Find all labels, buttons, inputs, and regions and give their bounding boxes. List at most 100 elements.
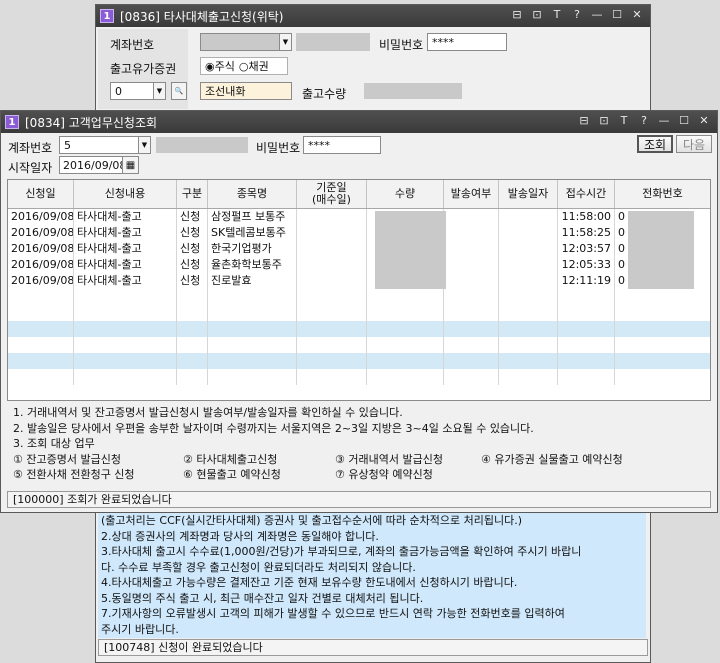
table-row[interactable]: 2016/09/08 타사대체-출고 신청 삼정펄프 보통주 11:58:00 0	[8, 209, 710, 225]
service-item: ① 잔고증명서 발급신청	[13, 452, 121, 466]
minimize-icon[interactable]: —	[590, 8, 604, 21]
radio-stock[interactable]: ◉	[205, 60, 215, 73]
dock-icon[interactable]: ⊟	[510, 8, 524, 21]
search-icon[interactable]: 🔍	[171, 82, 187, 100]
float-icon[interactable]: ⊡	[530, 8, 544, 21]
table-cell	[208, 321, 297, 337]
back-password-input[interactable]: ****	[427, 33, 507, 51]
table-cell: 2016/09/08	[8, 209, 74, 225]
table-row[interactable]	[8, 353, 710, 369]
table-cell	[444, 321, 499, 337]
account-select[interactable]: 5	[59, 136, 139, 154]
table-row[interactable]: 2016/09/08 타사대체-출고 신청 한국기업평가 12:03:57 0	[8, 241, 710, 257]
column-header[interactable]: 접수시간	[558, 180, 615, 208]
radio-bond-label: 채권	[248, 60, 269, 73]
close-icon[interactable]: ✕	[697, 114, 711, 127]
query-button[interactable]: 조회	[637, 135, 673, 153]
table-cell	[297, 225, 367, 241]
back-window-title: [0836] 타사대체출고신청(위탁)	[120, 9, 284, 24]
column-header[interactable]: 발송여부	[444, 180, 499, 208]
start-date-label: 시작일자	[8, 161, 53, 175]
column-header[interactable]: 수량	[367, 180, 444, 208]
table-row[interactable]: 2016/09/08 타사대체-출고 신청 SK텔레콤보통주 11:58:25 0	[8, 225, 710, 241]
table-cell	[8, 305, 74, 321]
note-line: 1. 거래내역서 및 잔고증명서 발급신청시 발송여부/발송일자를 확인하실 수…	[13, 406, 403, 419]
services-row-1: ① 잔고증명서 발급신청 ② 타사대체출고신청 ③ 거래내역서 발급신청 ④ 유…	[13, 452, 709, 468]
help-icon[interactable]: ?	[637, 114, 651, 127]
table-cell	[8, 289, 74, 305]
table-row[interactable]	[8, 289, 710, 305]
table-row[interactable]: 2016/09/08 타사대체-출고 신청 진로발효 12:11:19 0	[8, 273, 710, 289]
table-cell	[558, 353, 615, 369]
table-cell	[499, 241, 558, 257]
table-cell	[297, 209, 367, 225]
float-icon[interactable]: ⊡	[597, 114, 611, 127]
table-row[interactable]: 2016/09/08 타사대체-출고 신청 율촌화학보통주 12:05:33 0	[8, 257, 710, 273]
table-cell	[558, 321, 615, 337]
minimize-icon[interactable]: —	[657, 114, 671, 127]
table-cell	[208, 289, 297, 305]
dock-icon[interactable]: ⊟	[577, 114, 591, 127]
table-cell: 신청	[177, 273, 208, 289]
chevron-down-icon[interactable]: ▼	[138, 136, 151, 154]
note-line: 3. 조회 대상 업무	[13, 437, 95, 450]
back-window-titlebar[interactable]: 1 [0836] 타사대체출고신청(위탁) ⊟ ⊡ T ? — ☐ ✕	[96, 5, 650, 27]
table-cell	[499, 257, 558, 273]
table-cell	[367, 369, 444, 385]
table-cell	[615, 305, 710, 321]
table-cell: 12:03:57	[558, 241, 615, 257]
table-cell	[74, 305, 177, 321]
table-cell	[367, 353, 444, 369]
table-cell	[297, 289, 367, 305]
table-cell	[615, 321, 710, 337]
column-header[interactable]: 신청일	[8, 180, 74, 208]
table-cell: 율촌화학보통주	[208, 257, 297, 273]
table-cell	[177, 289, 208, 305]
table-cell	[558, 289, 615, 305]
column-header[interactable]: 발송일자	[499, 180, 558, 208]
front-window-titlebar[interactable]: 1 [0834] 고객업무신청조회 ⊟ ⊡ T ? — ☐ ✕	[1, 111, 717, 133]
back-password-label: 비밀번호	[379, 38, 424, 52]
table-cell	[297, 337, 367, 353]
column-header[interactable]: 전화번호	[615, 180, 710, 208]
radio-bond[interactable]: ○	[239, 60, 249, 73]
table-cell: 신청	[177, 241, 208, 257]
stock-code-input[interactable]: 0	[110, 82, 154, 100]
back-account-select[interactable]	[200, 33, 280, 51]
next-button[interactable]: 다음	[676, 135, 712, 153]
table-cell: 2016/09/08	[8, 273, 74, 289]
table-cell	[499, 209, 558, 225]
table-row[interactable]	[8, 321, 710, 337]
table-cell	[297, 353, 367, 369]
maximize-icon[interactable]: ☐	[677, 114, 691, 127]
chevron-down-icon[interactable]: ▼	[279, 33, 292, 51]
table-cell	[499, 273, 558, 289]
calendar-icon[interactable]: ▦	[122, 156, 139, 174]
front-window-controls: ⊟ ⊡ T ? — ☐ ✕	[577, 114, 711, 127]
table-row[interactable]	[8, 369, 710, 385]
back-status-bar: [100748] 신청이 완료되었습니다	[98, 639, 648, 656]
password-input[interactable]: ****	[303, 136, 381, 154]
column-header[interactable]: 기준일 (매수일)	[297, 180, 367, 208]
column-header[interactable]: 종목명	[208, 180, 297, 208]
chevron-down-icon[interactable]: ▼	[153, 82, 166, 100]
column-header[interactable]: 구분	[177, 180, 208, 208]
table-cell	[297, 321, 367, 337]
masked-quantity-column	[375, 211, 446, 289]
close-icon[interactable]: ✕	[630, 8, 644, 21]
maximize-icon[interactable]: ☐	[610, 8, 624, 21]
help-icon[interactable]: ?	[570, 8, 584, 21]
service-item: ④ 유가증권 실물출고 예약신청	[481, 452, 623, 466]
font-icon[interactable]: T	[617, 114, 631, 127]
table-cell: 타사대체-출고	[74, 257, 177, 273]
font-icon[interactable]: T	[550, 8, 564, 21]
column-header[interactable]: 신청내용	[74, 180, 177, 208]
table-cell	[367, 321, 444, 337]
table-cell	[177, 321, 208, 337]
table-cell	[297, 241, 367, 257]
table-cell	[615, 337, 710, 353]
table-row[interactable]	[8, 337, 710, 353]
start-date-input[interactable]: 2016/09/08	[59, 156, 126, 174]
front-window: 1 [0834] 고객업무신청조회 ⊟ ⊡ T ? — ☐ ✕ 계좌번호 5 ▼…	[0, 110, 718, 513]
table-row[interactable]	[8, 305, 710, 321]
